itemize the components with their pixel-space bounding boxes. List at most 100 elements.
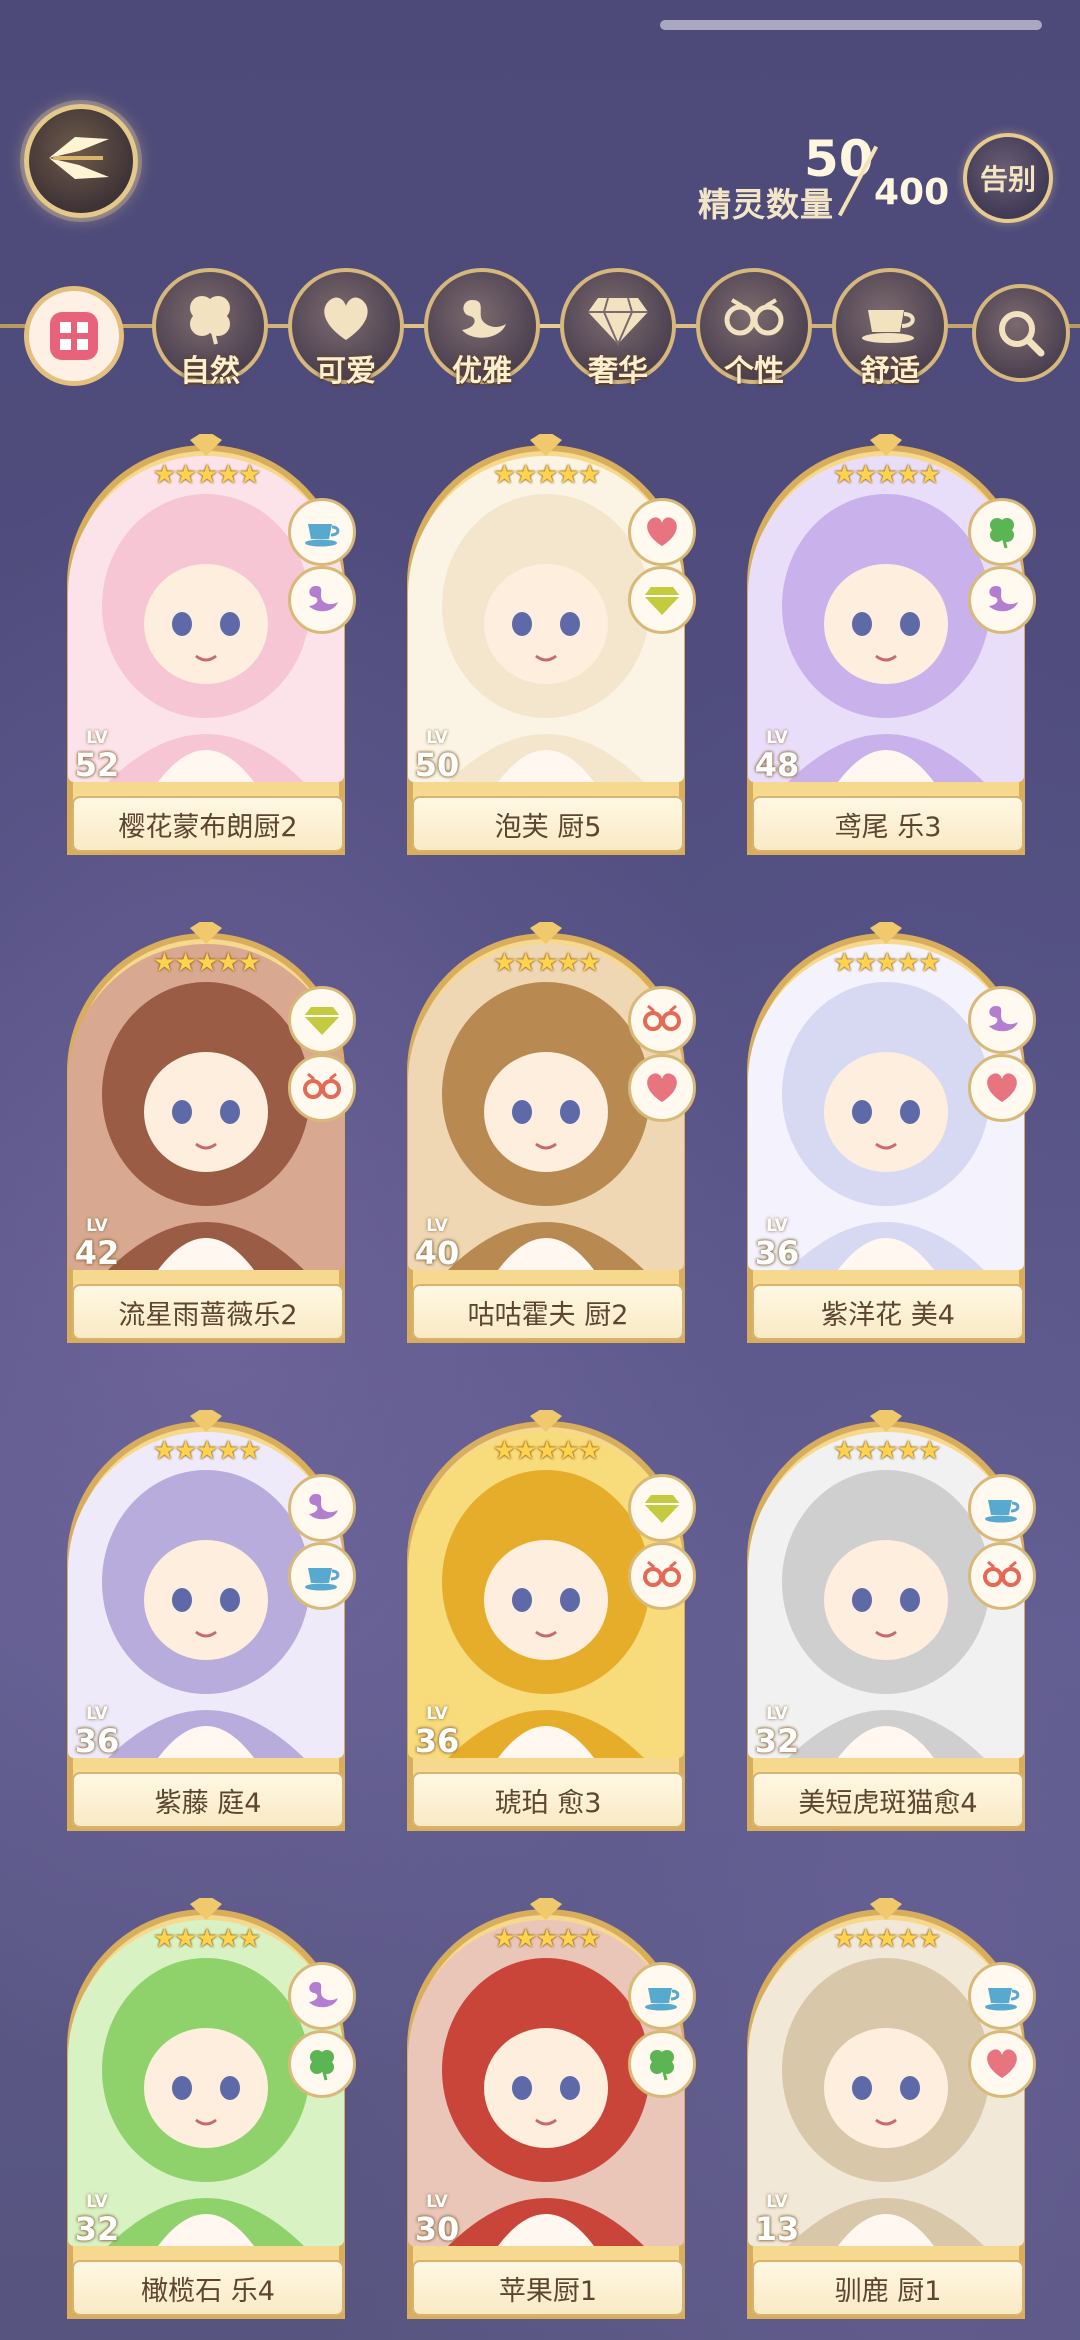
level-indicator: LV 40 — [404, 1216, 470, 1272]
character-name: 琥珀 愈3 — [412, 1772, 684, 1828]
goodbye-button[interactable]: 告别 — [963, 133, 1053, 223]
level-value: 36 — [74, 1722, 120, 1760]
level-tag: LV — [426, 2192, 448, 2212]
spirit-card[interactable]: ★★★★★ LV 52 樱花蒙布朗厨2 — [58, 434, 356, 864]
level-indicator: LV 13 — [744, 2192, 810, 2248]
level-tag: LV — [426, 1704, 448, 1724]
star-rating: ★★★★★ — [832, 1436, 942, 1466]
level-value: 50 — [414, 746, 460, 784]
home-indicator — [660, 20, 1042, 30]
level-value: 42 — [74, 1234, 120, 1272]
spirit-card[interactable]: ★★★★★ LV 36 紫洋花 美4 — [738, 922, 1036, 1352]
level-value: 30 — [414, 2210, 460, 2248]
level-indicator: LV 52 — [64, 728, 130, 784]
filter-nature[interactable]: 自然 — [152, 268, 268, 389]
spirit-card[interactable]: ★★★★★ LV 42 流星雨蔷薇乐2 — [58, 922, 356, 1352]
spirit-card[interactable]: ★★★★★ LV 30 苹果厨1 — [398, 1898, 696, 2328]
character-name: 驯鹿 厨1 — [752, 2260, 1024, 2316]
filter-cute[interactable]: 可爱 — [288, 268, 404, 389]
filter-personality[interactable]: 个性 — [696, 268, 812, 389]
filter-nature-label: 自然 — [180, 354, 240, 389]
star-rating: ★★★★★ — [492, 1436, 602, 1466]
back-wings-icon — [49, 137, 109, 179]
clover-icon — [288, 2030, 356, 2098]
search-button[interactable] — [972, 284, 1070, 382]
clover-icon — [968, 498, 1036, 566]
filter-luxury[interactable]: 奢华 — [560, 268, 676, 389]
spirit-count-current: 50 — [804, 130, 874, 188]
level-tag: LV — [766, 728, 788, 748]
grid-icon — [50, 312, 98, 360]
teacup-icon — [288, 1542, 356, 1610]
character-name: 泡芙 厨5 — [412, 796, 684, 852]
spirit-card[interactable]: ★★★★★ LV 40 咕咕霍夫 厨2 — [398, 922, 696, 1352]
spirit-card[interactable]: ★★★★★ LV 50 泡芙 厨5 — [398, 434, 696, 864]
star-rating: ★★★★★ — [152, 1924, 262, 1954]
spirit-card[interactable]: ★★★★★ LV 13 驯鹿 厨1 — [738, 1898, 1036, 2328]
level-tag: LV — [86, 728, 108, 748]
star-rating: ★★★★★ — [152, 460, 262, 490]
filter-cute-label: 可爱 — [316, 354, 376, 389]
back-button[interactable] — [24, 104, 138, 218]
filter-personality-label: 个性 — [724, 354, 784, 389]
level-indicator: LV 32 — [64, 2192, 130, 2248]
character-name: 紫藤 庭4 — [72, 1772, 344, 1828]
spirit-card[interactable]: ★★★★★ LV 32 橄榄石 乐4 — [58, 1898, 356, 2328]
goodbye-label: 告别 — [979, 163, 1036, 196]
level-tag: LV — [426, 728, 448, 748]
character-name: 紫洋花 美4 — [752, 1284, 1024, 1340]
character-name: 橄榄石 乐4 — [72, 2260, 344, 2316]
glasses-icon — [724, 298, 784, 336]
character-name: 咕咕霍夫 厨2 — [412, 1284, 684, 1340]
glasses-icon — [288, 1054, 356, 1122]
filter-comfort[interactable]: 舒适 — [832, 268, 948, 389]
level-indicator: LV 30 — [404, 2192, 470, 2248]
filter-elegant-label: 优雅 — [452, 354, 512, 389]
level-indicator: LV 42 — [64, 1216, 130, 1272]
spirit-card[interactable]: ★★★★★ LV 36 琥珀 愈3 — [398, 1410, 696, 1840]
level-tag: LV — [86, 1704, 108, 1724]
spirit-card[interactable]: ★★★★★ LV 32 美短虎斑猫愈4 — [738, 1410, 1036, 1840]
filter-elegant[interactable]: 优雅 — [424, 268, 540, 389]
teacup-icon — [862, 310, 915, 343]
swan-icon — [288, 1962, 356, 2030]
level-indicator: LV 50 — [404, 728, 470, 784]
level-value: 32 — [74, 2210, 120, 2248]
star-rating: ★★★★★ — [832, 1924, 942, 1954]
star-rating: ★★★★★ — [492, 1924, 602, 1954]
heart-icon — [628, 498, 696, 566]
star-rating: ★★★★★ — [832, 948, 942, 978]
star-rating: ★★★★★ — [492, 460, 602, 490]
level-tag: LV — [766, 2192, 788, 2212]
level-indicator: LV 36 — [744, 1216, 810, 1272]
teacup-icon — [288, 498, 356, 566]
level-value: 36 — [754, 1234, 800, 1272]
heart-icon — [968, 1054, 1036, 1122]
level-indicator: LV 48 — [744, 728, 810, 784]
category-filter-bar: 自然 可爱 优雅 奢华 个性 舒适 — [0, 268, 1080, 398]
diamond-icon — [288, 986, 356, 1054]
level-indicator: LV 36 — [64, 1704, 130, 1760]
swan-icon — [462, 300, 506, 338]
swan-icon — [968, 566, 1036, 634]
star-rating: ★★★★★ — [152, 948, 262, 978]
heart-icon — [324, 297, 368, 340]
spirit-count-total: 400 — [874, 172, 950, 213]
search-icon — [999, 311, 1045, 357]
glasses-icon — [968, 1542, 1036, 1610]
character-name: 樱花蒙布朗厨2 — [72, 796, 344, 852]
teacup-icon — [968, 1474, 1036, 1542]
spirit-card[interactable]: ★★★★★ LV 48 鸢尾 乐3 — [738, 434, 1036, 864]
teacup-icon — [968, 1962, 1036, 2030]
glasses-icon — [628, 986, 696, 1054]
diamond-icon — [628, 566, 696, 634]
star-rating: ★★★★★ — [492, 948, 602, 978]
filter-comfort-label: 舒适 — [860, 354, 920, 389]
level-value: 13 — [754, 2210, 800, 2248]
character-name: 鸢尾 乐3 — [752, 796, 1024, 852]
spirit-card[interactable]: ★★★★★ LV 36 紫藤 庭4 — [58, 1410, 356, 1840]
level-value: 36 — [414, 1722, 460, 1760]
filter-all-button[interactable] — [24, 286, 124, 386]
level-tag: LV — [766, 1216, 788, 1236]
glasses-icon — [628, 1542, 696, 1610]
